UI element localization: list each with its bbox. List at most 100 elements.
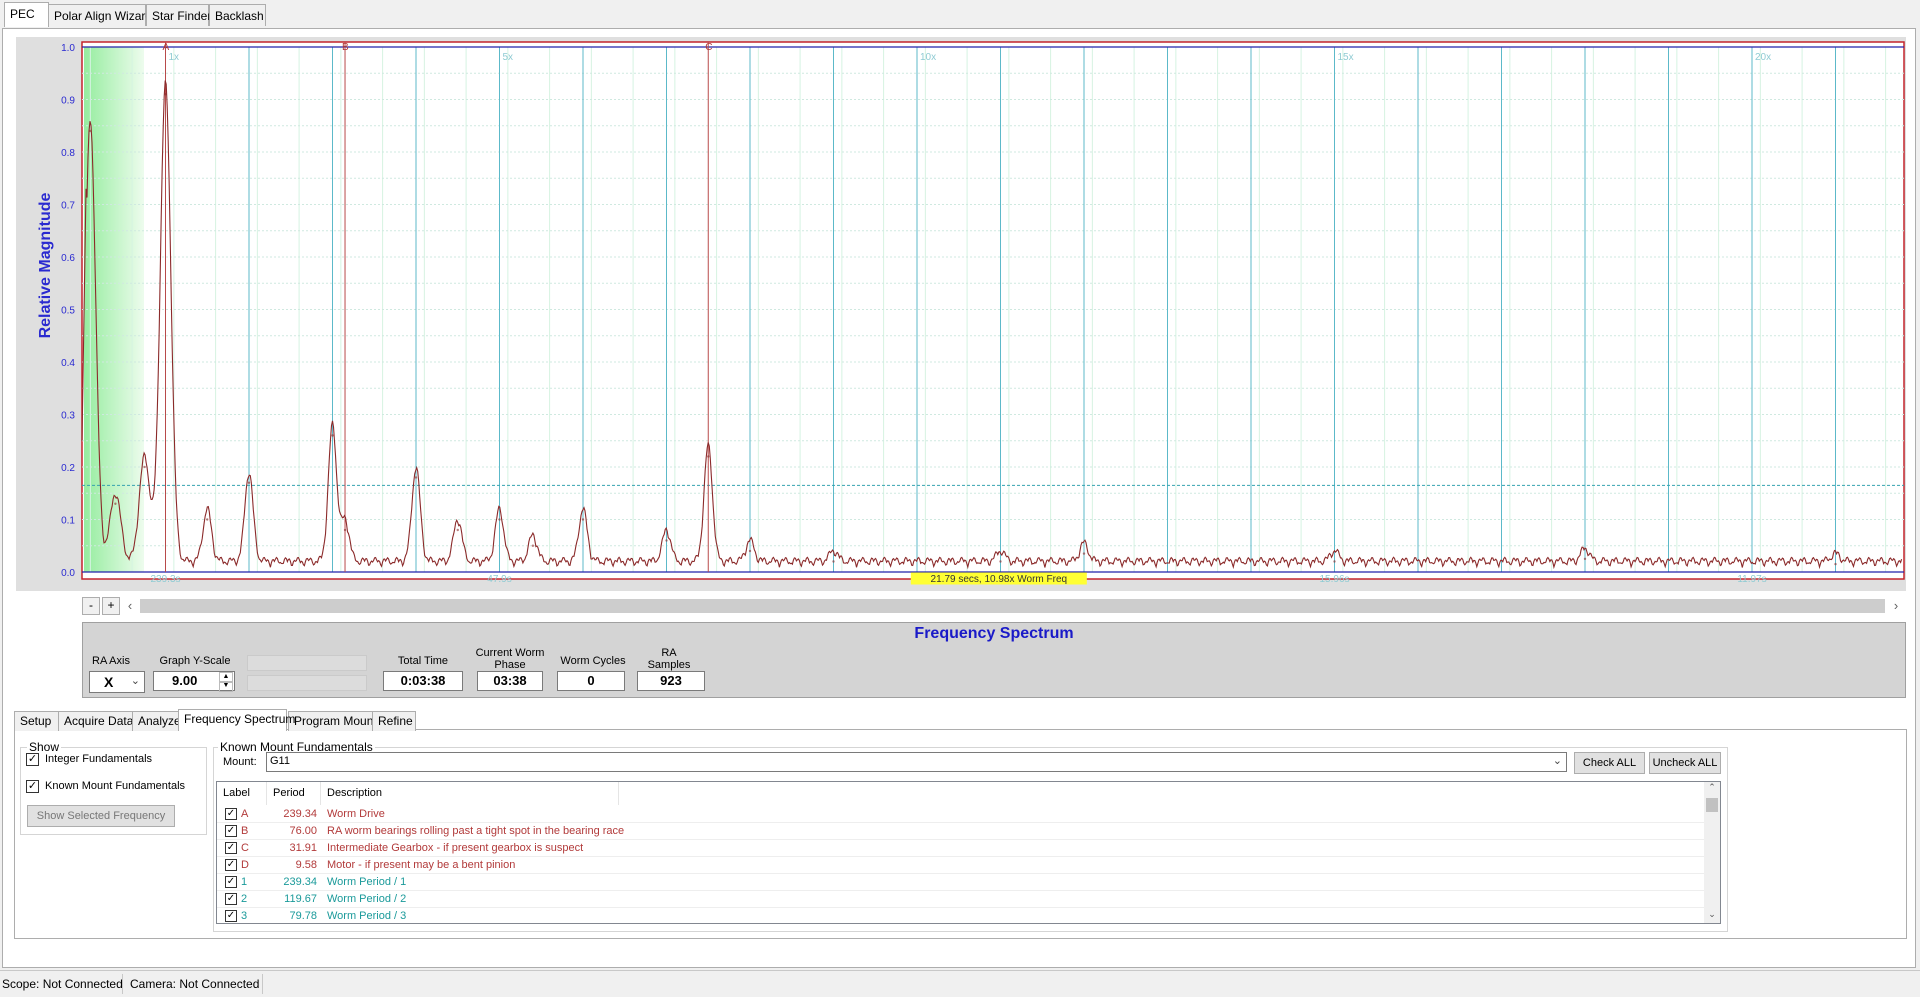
spectrum-peak-point xyxy=(1834,562,1837,566)
list-item[interactable]: ✓ C 31.91 Intermediate Gearbox - if present… xyxy=(217,840,1707,857)
show-selected-frequency-button[interactable]: Show Selected Frequency xyxy=(27,805,175,827)
tab-analyze[interactable]: Analyze xyxy=(132,711,181,731)
list-item[interactable]: ✓ 2 119.67 Worm Period / 2 xyxy=(217,891,1707,908)
row-label: D xyxy=(241,859,249,871)
row-period: 239.34 xyxy=(283,876,317,888)
tab-setup[interactable]: Setup xyxy=(14,711,59,731)
spectrum-peak-point xyxy=(531,544,535,547)
row-checkbox[interactable]: ✓ xyxy=(225,876,237,888)
row-checkbox[interactable]: ✓ xyxy=(225,910,237,922)
list-item[interactable]: ✓ A 239.34 Worm Drive xyxy=(217,806,1707,823)
chevron-down-icon: ⌄ xyxy=(130,675,140,687)
total-time-label: Total Time xyxy=(397,655,449,667)
spectrum-peak-point xyxy=(707,455,710,458)
row-checkbox[interactable]: ✓ xyxy=(225,842,237,854)
spectrum-peak-point xyxy=(343,528,347,532)
spectrum-chart-container: A B C 1x 5x 10x 15x 20x 239.3s 47.9s 21.79 secs, 1… xyxy=(16,37,1906,591)
check-all-button[interactable]: Check ALL xyxy=(1574,752,1645,774)
column-header-description[interactable]: Description xyxy=(321,782,619,805)
y-tick-label: 0.8 xyxy=(61,148,75,159)
tab-star-finder[interactable]: Star Finder xyxy=(146,4,211,26)
tab-refine[interactable]: Refine xyxy=(372,711,416,731)
column-header-period[interactable]: Period xyxy=(267,782,321,805)
scroll-left-icon[interactable]: ‹ xyxy=(122,597,138,615)
list-item[interactable]: ✓ 3 79.78 Worm Period / 3 xyxy=(217,908,1707,923)
y-tick-label: 0.4 xyxy=(61,358,75,369)
tab-pec[interactable]: PEC xyxy=(4,2,49,27)
scroll-down-icon[interactable]: ⌄ xyxy=(1704,909,1720,923)
camera-status: Camera: Not Connected xyxy=(130,977,260,991)
spectrum-peak-point xyxy=(114,502,117,505)
row-checkbox[interactable]: ✓ xyxy=(225,859,237,871)
row-period: 79.78 xyxy=(289,910,317,922)
mount-select[interactable]: G11 ⌄ xyxy=(266,752,1567,772)
scroll-track[interactable] xyxy=(140,599,1885,613)
worm-freq-label: 21.79 secs, 10.98x Worm Freq xyxy=(931,574,1068,585)
period-label: 15.96s xyxy=(1319,574,1349,585)
scroll-right-icon[interactable]: › xyxy=(1888,597,1904,615)
spectrum-peak-point xyxy=(456,528,459,532)
y-tick-label: 0.9 xyxy=(61,96,75,107)
chart-horizontal-scroll[interactable]: - + ‹ › xyxy=(82,597,1906,615)
ra-axis-select[interactable]: X ⌄ xyxy=(89,671,145,693)
fundamental-marker-label: C xyxy=(705,42,712,53)
stepper-down-icon[interactable]: ▼ xyxy=(219,681,233,692)
period-label: 47.9s xyxy=(487,574,511,585)
known-mount-fundamentals-checkbox[interactable]: ✓ xyxy=(26,780,39,793)
row-description: Motor - if present may be a bent pinion xyxy=(327,859,516,871)
y-tick-label: 0.0 xyxy=(61,568,75,579)
row-checkbox[interactable]: ✓ xyxy=(225,808,237,820)
spectrum-peak-point xyxy=(414,476,418,479)
integer-fundamentals-label: Integer Fundamentals xyxy=(45,753,153,765)
spectrum-peak-point xyxy=(1583,557,1587,561)
zoom-in-button[interactable]: + xyxy=(102,597,120,615)
spectrum-peak-point xyxy=(331,434,334,437)
spectrum-peak-point xyxy=(999,560,1002,563)
integer-fundamentals-checkbox[interactable]: ✓ xyxy=(26,753,39,766)
tab-program-mount[interactable]: Program Mount xyxy=(288,711,377,731)
list-item[interactable]: ✓ D 9.58 Motor - if present may be a bent p… xyxy=(217,857,1707,874)
spectrum-peak-point xyxy=(665,539,668,542)
spectrum-peak-point xyxy=(1082,552,1086,555)
y-axis-title: Relative Magnitude xyxy=(37,193,54,339)
row-period: 239.34 xyxy=(283,808,317,820)
row-checkbox[interactable]: ✓ xyxy=(225,893,237,905)
scroll-up-icon[interactable]: ⌃ xyxy=(1704,782,1720,796)
harmonic-label: 15x xyxy=(1338,52,1354,63)
frequency-spectrum-chart[interactable]: A B C1x 5x 10x 15x 20x239.3s 47.9s 21.79 secs, 1… xyxy=(16,37,1906,591)
harmonic-label: 10x xyxy=(920,52,936,63)
ra-samples-label: RA Samples xyxy=(647,647,691,671)
tab-polar-align-wizard[interactable]: Polar Align Wizard xyxy=(48,4,152,26)
list-item[interactable]: ✓ 1 239.34 Worm Period / 1 xyxy=(217,874,1707,891)
tab-backlash[interactable]: Backlash xyxy=(209,4,266,26)
zoom-out-button[interactable]: - xyxy=(82,597,100,615)
mount-value: G11 xyxy=(270,755,290,767)
fundamentals-list[interactable]: Label Period Description ✓ A 239.34 Worm Dr… xyxy=(216,781,1721,924)
row-description: Worm Period / 3 xyxy=(327,910,407,922)
spectrum-info-bar: Frequency Spectrum RA Axis X ⌄ Graph Y-S… xyxy=(82,622,1906,698)
scroll-thumb[interactable] xyxy=(1706,798,1718,812)
row-label: 1 xyxy=(241,876,248,888)
y-scale-stepper[interactable]: 9.00 ▲ ▼ xyxy=(153,671,235,692)
y-tick-label: 0.3 xyxy=(61,411,75,422)
period-label: 11.97s xyxy=(1737,574,1766,585)
y-tick-label: 0.6 xyxy=(61,253,75,264)
worm-cycles-value: 0 xyxy=(557,671,625,691)
tab-acquire-data[interactable]: Acquire Data xyxy=(58,711,133,731)
row-label: 2 xyxy=(241,893,248,905)
row-label: C xyxy=(241,842,249,854)
tab-frequency-spectrum[interactable]: Frequency Spectrum xyxy=(178,709,295,731)
worm-cycles-label: Worm Cycles xyxy=(560,655,626,667)
disabled-field xyxy=(247,675,367,691)
spectrum-peak-point xyxy=(498,518,501,521)
row-description: Intermediate Gearbox - if present gearbo… xyxy=(327,842,584,854)
row-checkbox[interactable]: ✓ xyxy=(225,825,237,837)
row-label: 3 xyxy=(241,910,248,922)
y-tick-label: 1.0 xyxy=(61,43,75,54)
column-header-label[interactable]: Label xyxy=(217,782,267,805)
row-label: B xyxy=(241,825,249,837)
list-vertical-scroll[interactable]: ⌃ ⌄ xyxy=(1704,782,1720,923)
uncheck-all-button[interactable]: Uncheck ALL xyxy=(1649,752,1721,774)
list-item[interactable]: ✓ B 76.00 RA worm bearings rolling past a t… xyxy=(217,823,1707,840)
total-time-value: 0:03:38 xyxy=(383,671,463,691)
